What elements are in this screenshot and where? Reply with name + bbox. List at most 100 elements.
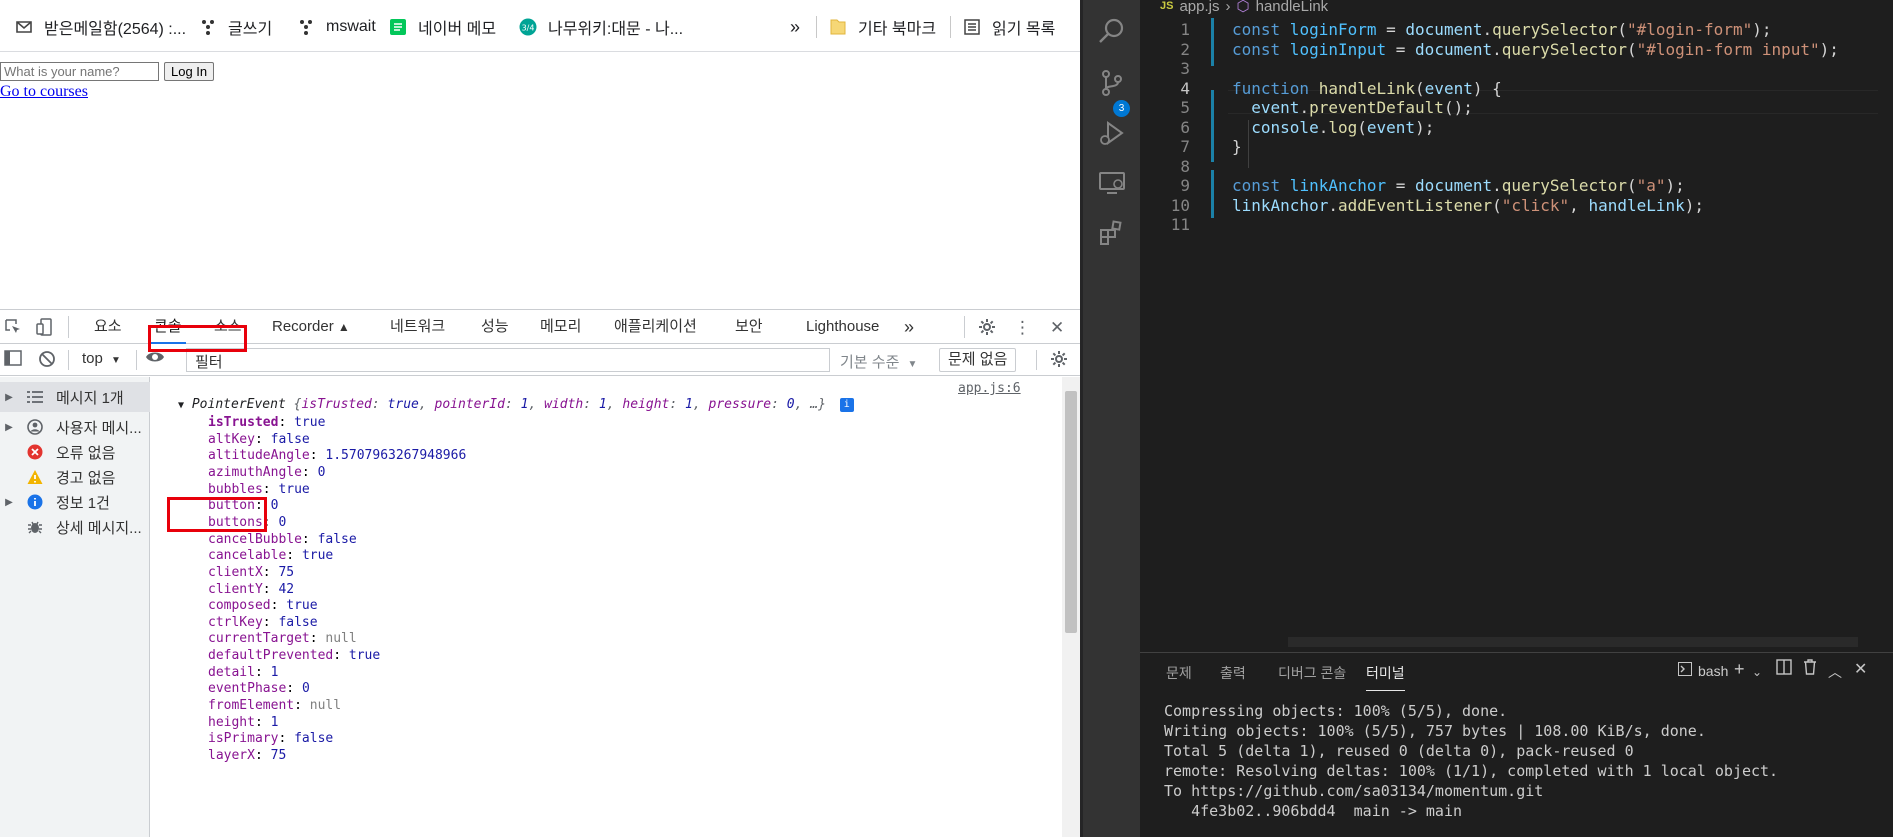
other-bookmarks[interactable]: 기타 북마크 — [828, 14, 936, 40]
property-key: azimuthAngle — [208, 464, 302, 480]
console-output: app.js:6 ▼ PointerEvent {isTrusted: true… — [150, 377, 1062, 837]
bookmark-mswait[interactable]: mswait — [296, 14, 376, 40]
bookmark-namuwiki[interactable]: 3/4 나무위키:대문 - 나... — [518, 14, 683, 40]
code-token: const — [1232, 20, 1281, 39]
new-terminal-icon[interactable]: + — [1734, 659, 1745, 680]
scm-badge: 3 — [1113, 100, 1130, 117]
property-value: 75 — [270, 748, 287, 763]
eye-icon[interactable] — [145, 349, 165, 370]
reading-list[interactable]: 읽기 목록 — [962, 14, 1055, 40]
property-value: true — [286, 598, 318, 614]
search-icon[interactable] — [1095, 14, 1129, 48]
source-control-icon[interactable] — [1095, 66, 1129, 100]
issues-button[interactable]: 문제 없음 — [939, 348, 1017, 372]
tab-console[interactable]: 콘솔 — [150, 310, 186, 344]
more-tabs-button[interactable]: » — [904, 310, 914, 344]
expand-arrow-icon[interactable]: ▶ — [0, 422, 18, 433]
info-badge-icon[interactable]: i — [839, 398, 854, 412]
run-debug-icon[interactable] — [1095, 116, 1129, 150]
sidebar-item-verbose[interactable]: 상세 메시지... — [0, 512, 150, 542]
line-number: 11 — [1170, 215, 1190, 234]
sidebar-item-messages[interactable]: ▶ 메시지 1개 — [0, 382, 150, 412]
expand-arrow-icon[interactable]: ▶ — [0, 392, 18, 403]
property-separator: : — [254, 714, 271, 730]
property-value: null — [325, 631, 357, 647]
context-selector[interactable]: top ▼ — [82, 350, 121, 367]
go-to-courses-link[interactable]: Go to courses — [0, 83, 88, 101]
code-token: event — [1424, 78, 1473, 98]
terminal-selector[interactable]: bash — [1678, 662, 1728, 679]
device-toolbar-icon[interactable] — [36, 318, 54, 341]
preview-part: 1 — [685, 397, 693, 412]
tab-performance[interactable]: 성능 — [481, 310, 509, 344]
more-options-icon[interactable]: ⋮ — [1014, 318, 1031, 338]
property-separator: : — [278, 731, 295, 747]
property-key: fromElement — [208, 698, 295, 714]
filter-input[interactable]: 필터 — [186, 348, 830, 372]
preview-part: pointerId — [434, 397, 505, 412]
trash-icon[interactable] — [1802, 659, 1818, 680]
maximize-panel-icon[interactable]: ︿ — [1828, 662, 1842, 682]
split-terminal-icon[interactable] — [1776, 659, 1792, 680]
remote-explorer-icon[interactable] — [1095, 166, 1129, 200]
bookmarks-divider — [950, 16, 951, 38]
tab-sources[interactable]: 소스 — [214, 310, 242, 344]
source-link[interactable]: app.js:6 — [958, 381, 1021, 396]
tab-network[interactable]: 네트워크 — [390, 310, 445, 344]
info-icon — [24, 493, 46, 511]
chevron-down-icon[interactable]: ⌄ — [1752, 665, 1762, 679]
sidebar-toggle-icon[interactable] — [4, 350, 22, 371]
console-scrollbar[interactable] — [1062, 377, 1080, 837]
expand-arrow-icon[interactable]: ▶ — [0, 497, 18, 508]
preview-part: isTrusted — [301, 397, 372, 412]
bookmark-write[interactable]: 글쓰기 — [198, 14, 272, 40]
tab-memory[interactable]: 메모리 — [540, 310, 581, 344]
name-input[interactable] — [0, 62, 159, 81]
terminal-output[interactable]: Compressing objects: 100% (5/5), done. Wr… — [1164, 701, 1778, 821]
horizontal-scrollbar[interactable] — [1288, 637, 1858, 647]
clear-console-icon[interactable] — [38, 350, 56, 373]
logged-object-header[interactable]: ▼ PointerEvent {isTrusted: true, pointer… — [178, 397, 854, 412]
tab-elements[interactable]: 요소 — [94, 310, 122, 344]
terminal-line: To https://github.com/sa03134/momentum.g… — [1164, 782, 1544, 800]
extensions-icon[interactable] — [1095, 216, 1129, 250]
close-panel-icon[interactable]: ✕ — [1854, 659, 1867, 679]
settings-gear-icon[interactable] — [978, 318, 996, 341]
panel-tab-debug-console[interactable]: 디버그 콘솔 — [1278, 663, 1346, 683]
breadcrumb-file[interactable]: app.js — [1179, 0, 1219, 15]
code-token: = — [1386, 176, 1416, 195]
panel-tab-problems[interactable]: 문제 — [1166, 663, 1192, 683]
breadcrumb-symbol[interactable]: handleLink — [1256, 0, 1329, 15]
memo-icon — [388, 17, 408, 37]
bottom-panel: 문제 출력 디버그 콘솔 터미널 bash + ⌄ ︿ ✕ Compressin… — [1140, 652, 1893, 837]
login-button[interactable]: Log In — [164, 62, 215, 81]
property-key: clientX — [208, 564, 263, 580]
preview-part: 1 — [598, 397, 607, 412]
panel-tab-terminal[interactable]: 터미널 — [1366, 663, 1405, 691]
tab-recorder[interactable]: Recorder ▲ — [272, 310, 350, 344]
bookmark-naver-memo[interactable]: 네이버 메모 — [388, 14, 496, 40]
log-level-selector[interactable]: 기본 수준 ▼ — [840, 351, 917, 372]
console-settings-gear-icon[interactable] — [1050, 350, 1068, 373]
bug-icon — [24, 518, 46, 536]
code-token: querySelector — [1501, 176, 1627, 195]
bookmark-mail[interactable]: 받은메일함(2564) :... — [14, 14, 186, 40]
property-value: false — [270, 431, 310, 447]
terminal-line: Total 5 (delta 1), reused 0 (delta 0), p… — [1164, 742, 1634, 760]
tab-application[interactable]: 애플리케이션 — [614, 310, 697, 344]
property-value: 42 — [278, 581, 295, 597]
tab-lighthouse[interactable]: Lighthouse — [806, 310, 879, 344]
bookmarks-overflow-button[interactable]: » — [790, 14, 800, 40]
console-scroll-thumb[interactable] — [1065, 391, 1077, 633]
close-devtools-icon[interactable]: ✕ — [1050, 318, 1064, 338]
code-token: ( — [1617, 20, 1627, 39]
tab-security[interactable]: 보안 — [735, 310, 763, 344]
panel-tab-output[interactable]: 출력 — [1220, 663, 1246, 683]
mail-icon — [14, 17, 34, 37]
property-separator: : — [301, 464, 318, 480]
inspect-element-icon[interactable] — [4, 318, 22, 341]
code-line[interactable]: 11 — [1140, 213, 1893, 237]
property-row[interactable]: layerX: 75 — [208, 746, 286, 766]
code-editor[interactable]: JS app.js › ⬡ handleLink 1 const loginFor… — [1140, 0, 1893, 652]
expand-arrow-icon[interactable]: ▼ — [178, 400, 184, 411]
